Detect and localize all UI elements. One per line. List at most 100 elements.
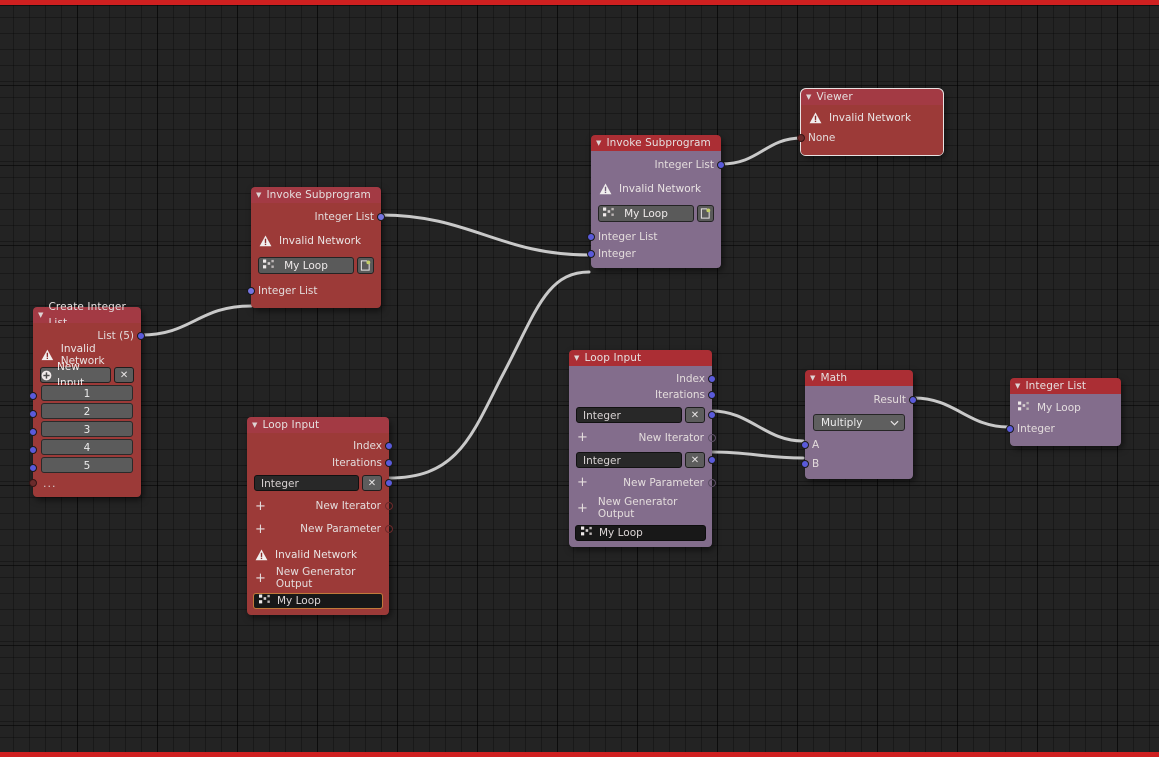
node-title: Math [820,372,848,384]
node-header[interactable]: ▼ Viewer [801,89,943,105]
integer-value-1[interactable]: 2 [41,403,133,419]
socket-input-4[interactable] [29,464,37,472]
iterator-name-input[interactable]: Integer [254,475,359,491]
plus-icon[interactable]: + [577,476,589,489]
socket-input-1[interactable] [29,410,37,418]
node-header[interactable]: ▼ Invoke Subprogram [251,187,381,203]
collapse-triangle-icon[interactable]: ▼ [1015,382,1020,390]
socket-input-integer-list[interactable] [247,287,255,295]
new-input-button[interactable]: New Input [40,361,112,389]
node-create-integer-list[interactable]: ▼ Create Integer List List (5) Invalid N… [29,301,145,497]
node-loop-input-1[interactable]: ▼ Loop Input Index Iterations Integer ✕ … [247,417,393,615]
node-header[interactable]: ▼ Math [805,370,913,386]
socket-input-integer[interactable] [1006,424,1014,433]
collapse-triangle-icon[interactable]: ▼ [574,354,579,362]
node-math[interactable]: ▼ Math Result Multiply A B [801,370,917,479]
plus-icon[interactable]: + [255,572,266,585]
socket-output-result[interactable] [909,396,917,404]
node-header[interactable]: ▼ Loop Input [569,350,712,366]
socket-input-2[interactable] [29,428,37,436]
remove-iterator-button[interactable]: ✕ [362,475,382,491]
subprogram-name-field[interactable]: My Loop [575,525,706,541]
socket-output-index[interactable] [385,441,393,450]
socket-new-iterator[interactable] [708,433,716,442]
node-header[interactable]: ▼ Invoke Subprogram [591,135,721,151]
new-generator-output-row[interactable]: + New Generator Output [569,493,712,523]
new-input-button-group[interactable]: New Input ✕ [40,361,134,389]
subprogram-row: My Loop [1010,397,1121,419]
subprogram-select-button[interactable]: My Loop [598,205,694,222]
integer-value-4[interactable]: 5 [41,457,133,473]
iterator-name-input[interactable]: Integer [576,407,682,423]
plus-icon[interactable]: + [255,500,267,513]
collapse-triangle-icon[interactable]: ▼ [810,374,815,382]
socket-output-iterations[interactable] [708,391,716,399]
new-iterator-row[interactable]: + New Iterator [569,427,716,448]
node-invoke-subprogram-1[interactable]: ▼ Invoke Subprogram Integer List Invalid… [247,187,385,308]
iterator-field-row[interactable]: Integer ✕ [569,403,716,427]
subprogram-selector-group[interactable]: My Loop [598,205,714,222]
socket-new-parameter[interactable] [385,525,393,533]
subprogram-select-button[interactable]: My Loop [258,257,354,274]
node-loop-input-2[interactable]: ▼ Loop Input Index Iterations Integer ✕ … [569,350,716,547]
collapse-triangle-icon[interactable]: ▼ [806,93,811,101]
node-integer-list[interactable]: ▼ Integer List My Loop Integer [1006,378,1121,446]
plus-icon[interactable]: + [577,502,588,515]
socket-output-iterator[interactable] [385,479,393,487]
socket-output-list[interactable] [137,332,145,340]
socket-input-integer-list[interactable] [587,232,595,241]
collapse-triangle-icon[interactable]: ▼ [596,139,601,147]
socket-output-iterator[interactable] [708,411,716,419]
new-parameter-row[interactable]: + New Parameter [569,472,716,493]
socket-output-parameter[interactable] [708,456,716,464]
node-title: Viewer [816,91,853,103]
socket-output-iterations[interactable] [385,458,393,467]
collapse-triangle-icon[interactable]: ▼ [252,421,257,429]
link-createlist-to-invoke1 [139,304,253,337]
remove-input-button[interactable]: ✕ [114,367,134,383]
socket-new-parameter[interactable] [708,478,716,487]
node-header[interactable]: ▼ Create Integer List [33,301,141,329]
collapse-triangle-icon[interactable]: ▼ [38,311,43,319]
new-generator-output-row[interactable]: + New Generator Output [247,565,389,591]
new-iterator-row[interactable]: + New Iterator [247,495,393,517]
socket-input-b[interactable] [801,460,809,468]
plus-icon[interactable]: + [577,431,589,444]
socket-output-integer-list[interactable] [717,161,725,169]
remove-iterator-button[interactable]: ✕ [685,407,705,423]
remove-parameter-button[interactable]: ✕ [685,452,705,468]
integer-value-0[interactable]: 1 [41,385,133,401]
socket-input-overflow[interactable] [29,479,37,487]
integer-value-3[interactable]: 4 [41,439,133,455]
socket-input-a[interactable] [801,441,809,449]
node-invoke-subprogram-2[interactable]: ▼ Invoke Subprogram Integer List Invalid… [587,135,725,268]
new-parameter-row[interactable]: + New Parameter [247,517,393,541]
subprogram-name: My Loop [284,259,328,272]
socket-output-integer-list[interactable] [377,213,385,221]
collapse-triangle-icon[interactable]: ▼ [256,191,261,199]
node-editor-canvas[interactable]: ▼ Create Integer List List (5) Invalid N… [0,0,1159,757]
socket-input-integer[interactable] [587,249,595,258]
socket-input-3[interactable] [29,446,37,454]
socket-input-none[interactable] [797,133,805,142]
operation-dropdown[interactable]: Multiply [813,414,905,431]
bottom-accent-bar [0,752,1159,757]
socket-new-iterator[interactable] [385,502,393,510]
parameter-field-row[interactable]: Integer ✕ [569,448,716,472]
node-header[interactable]: ▼ Integer List [1010,378,1121,394]
socket-output-index[interactable] [708,374,716,383]
iterator-field-row[interactable]: Integer ✕ [247,471,393,495]
plus-icon[interactable]: + [255,523,267,536]
node-header[interactable]: ▼ Loop Input [247,417,389,433]
new-file-icon [360,260,371,271]
socket-input-0[interactable] [29,392,37,400]
input-socket-label: Integer List [258,285,318,297]
new-subprogram-button[interactable] [697,205,714,222]
new-subprogram-button[interactable] [357,257,374,274]
input-row-b: B [801,455,913,473]
subprogram-selector-group[interactable]: My Loop [258,257,374,274]
node-viewer[interactable]: ▼ Viewer Invalid Network None [797,88,944,156]
subprogram-name-field[interactable]: My Loop [253,593,383,609]
integer-value-2[interactable]: 3 [41,421,133,437]
parameter-name-input[interactable]: Integer [576,452,682,468]
